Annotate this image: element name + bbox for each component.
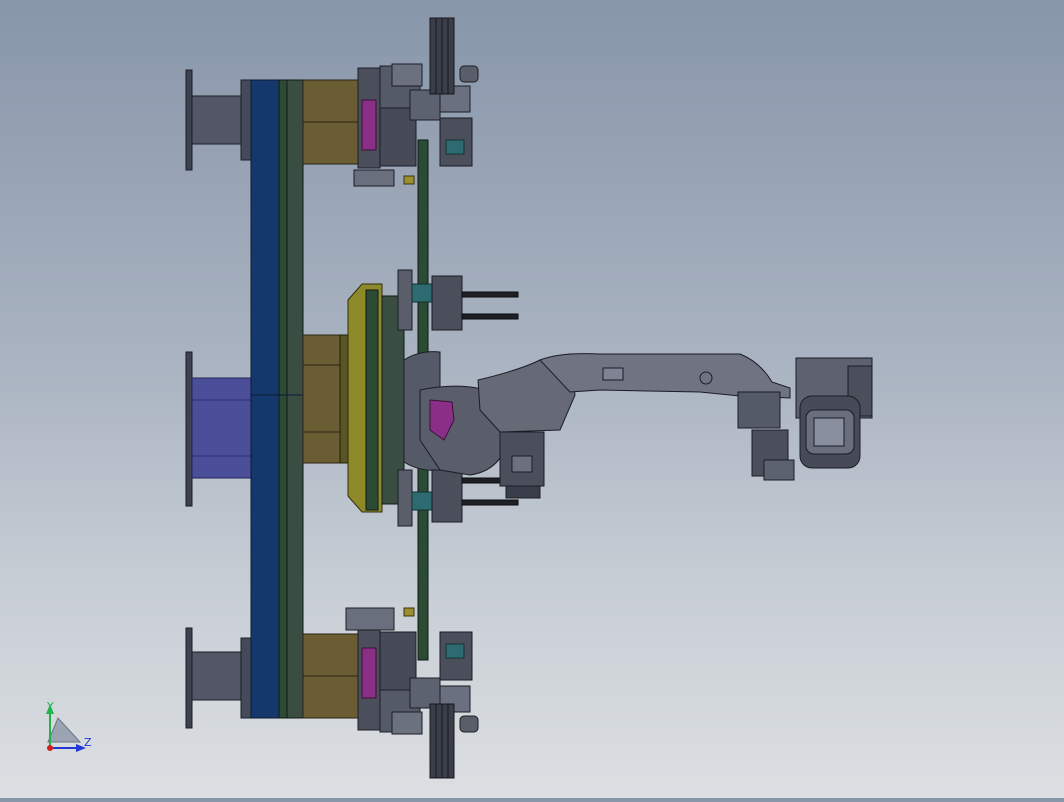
cad-viewport[interactable]: Y Z — [0, 0, 1064, 798]
olive-block-bottom[interactable] — [302, 633, 361, 719]
cad-model-drawing: Y Z — [46, 17, 873, 779]
robot-arm[interactable] — [419, 353, 873, 499]
gripper-cluster-bottom[interactable] — [345, 607, 479, 779]
olive-block-middle[interactable] — [302, 334, 344, 464]
fixture-upper[interactable] — [397, 269, 519, 331]
gripper-cluster-top[interactable] — [353, 17, 479, 187]
z-axis-label: Z — [84, 736, 92, 749]
mount-flange-bottom[interactable] — [185, 627, 252, 729]
olive-block-top[interactable] — [302, 79, 361, 165]
axis-triad: Y Z — [46, 700, 92, 752]
mount-flange-middle[interactable] — [185, 351, 253, 507]
triad-plane — [47, 717, 82, 743]
mount-flange-top[interactable] — [185, 69, 252, 171]
main-frame[interactable] — [250, 79, 304, 719]
y-axis-label: Y — [46, 700, 54, 713]
triad-origin — [47, 745, 53, 751]
